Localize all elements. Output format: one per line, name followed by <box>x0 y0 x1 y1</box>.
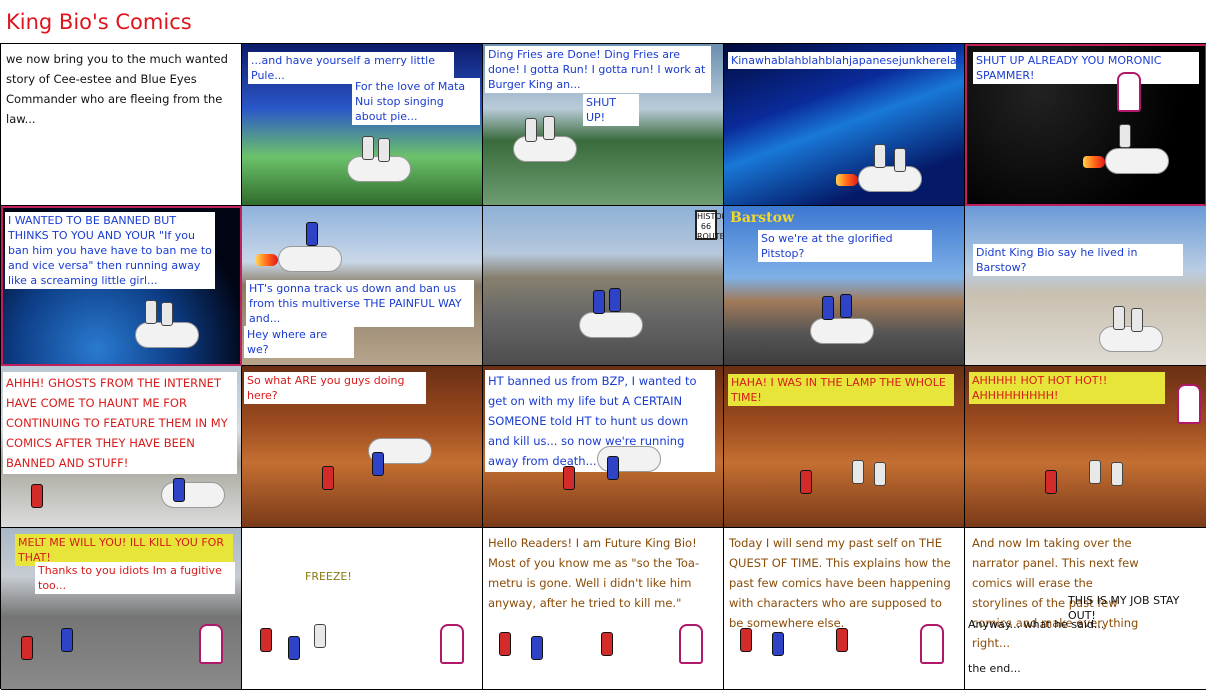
comic-panel-4: Kinawhablahblahblahjapanesejunkherelala.… <box>724 44 965 206</box>
cloud-icon <box>1105 148 1169 174</box>
cloud-icon <box>161 482 225 508</box>
narration-text: we now bring you to the much wanted stor… <box>6 52 228 126</box>
comic-panel-5: SHUT UP ALREADY YOU MORONIC SPAMMER! <box>965 44 1206 206</box>
speech-bubble: So what ARE you guys doing here? <box>244 372 426 404</box>
barstow-sign: Barstow <box>730 210 795 226</box>
robot-icon <box>1119 124 1131 148</box>
speech-bubble: the end... <box>968 662 1021 675</box>
comic-panel-9: Barstow So we're at the glorified Pitsto… <box>724 206 965 366</box>
skull-icon <box>920 624 944 664</box>
comic-panel-20: And now Im taking over the narrator pane… <box>965 528 1206 690</box>
robot-icon <box>822 296 834 320</box>
robot-icon <box>1045 470 1057 494</box>
page-title: King Bio's Comics <box>6 10 192 34</box>
robot-icon <box>173 478 185 502</box>
robot-icon <box>161 302 173 326</box>
comic-panel-19: Today I will send my past self on THE QU… <box>724 528 965 690</box>
robot-icon <box>543 116 555 140</box>
robot-icon <box>314 624 326 648</box>
speech-bubble: For the love of Mata Nui stop singing ab… <box>352 78 480 125</box>
skull-icon <box>679 624 703 664</box>
robot-icon <box>260 628 272 652</box>
robot-icon <box>772 632 784 656</box>
skull-icon <box>1117 72 1141 112</box>
robot-icon <box>288 636 300 660</box>
cloud-icon <box>810 318 874 344</box>
robot-icon <box>1111 462 1123 486</box>
speech-bubble: Hey where are we? <box>244 326 354 358</box>
route-66-sign: HISTORIC 66 ROUTE <box>695 210 724 241</box>
comic-panel-6: I WANTED TO BE BANNED BUT THINKS TO YOU … <box>1 206 242 366</box>
skull-icon <box>440 624 464 664</box>
comic-panel-1: we now bring you to the much wanted stor… <box>1 44 242 206</box>
robot-icon <box>740 628 752 652</box>
robot-icon <box>1089 460 1101 484</box>
skull-icon <box>199 624 223 664</box>
comic-panel-18: Hello Readers! I am Future King Bio! Mos… <box>483 528 724 690</box>
robot-icon <box>609 288 621 312</box>
cloud-icon <box>278 246 342 272</box>
speech-bubble: SHUT UP! <box>583 94 639 126</box>
speech-bubble: Hello Readers! I am Future King Bio! Mos… <box>488 536 700 610</box>
speech-bubble: AHHH! GHOSTS FROM THE INTERNET HAVE COME… <box>3 372 237 474</box>
skull-icon <box>1177 384 1201 424</box>
robot-icon <box>306 222 318 246</box>
comic-panel-8: HISTORIC 66 ROUTE <box>483 206 724 366</box>
comic-panel-2: ...and have yourself a merry little Pule… <box>242 44 483 206</box>
comic-panel-3: Ding Fries are Done! Ding Fries are done… <box>483 44 724 206</box>
comic-grid: we now bring you to the much wanted stor… <box>0 43 1206 690</box>
speech-bubble: FREEZE! <box>305 570 352 583</box>
comic-panel-11: AHHH! GHOSTS FROM THE INTERNET HAVE COME… <box>1 366 242 528</box>
robot-icon <box>593 290 605 314</box>
robot-icon <box>874 144 886 168</box>
robot-icon <box>563 466 575 490</box>
comic-panel-12: So what ARE you guys doing here? <box>242 366 483 528</box>
speech-bubble: Anyway... what he said... <box>968 618 1105 631</box>
robot-icon <box>601 632 613 656</box>
robot-icon <box>362 136 374 160</box>
robot-icon <box>840 294 852 318</box>
robot-icon <box>852 460 864 484</box>
flame-icon <box>1083 156 1105 168</box>
speech-bubble: Ding Fries are Done! Ding Fries are done… <box>485 46 711 93</box>
speech-bubble: So we're at the glorified Pitstop? <box>758 230 932 262</box>
speech-bubble: Didnt King Bio say he lived in Barstow? <box>973 244 1183 276</box>
cloud-icon <box>858 166 922 192</box>
comic-panel-15: AHHHH! HOT HOT HOT!! AHHHHHHHHH! <box>965 366 1206 528</box>
robot-icon <box>894 148 906 172</box>
robot-icon <box>322 466 334 490</box>
speech-bubble: AHHHH! HOT HOT HOT!! AHHHHHHHHH! <box>969 372 1165 404</box>
speech-bubble: Kinawhablahblahblahjapanesejunkherelala.… <box>728 52 964 69</box>
robot-icon <box>1131 308 1143 332</box>
speech-bubble: SHUT UP ALREADY YOU MORONIC SPAMMER! <box>973 52 1199 84</box>
robot-icon <box>1113 306 1125 330</box>
comic-panel-10: Didnt King Bio say he lived in Barstow? <box>965 206 1206 366</box>
comic-panel-7: HT's gonna track us down and ban us from… <box>242 206 483 366</box>
robot-icon <box>874 462 886 486</box>
comic-panel-14: HAHA! I WAS IN THE LAMP THE WHOLE TIME! <box>724 366 965 528</box>
speech-bubble: Today I will send my past self on THE QU… <box>729 536 951 630</box>
robot-icon <box>21 636 33 660</box>
flame-icon <box>836 174 858 186</box>
robot-icon <box>836 628 848 652</box>
robot-icon <box>607 456 619 480</box>
robot-icon <box>525 118 537 142</box>
speech-bubble: HT's gonna track us down and ban us from… <box>246 280 474 327</box>
robot-icon <box>378 138 390 162</box>
comic-panel-13: HT banned us from BZP, I wanted to get o… <box>483 366 724 528</box>
speech-bubble: Thanks to you idiots Im a fugitive too..… <box>35 562 235 594</box>
robot-icon <box>800 470 812 494</box>
cloud-icon <box>579 312 643 338</box>
comic-panel-16: MELT ME WILL YOU! ILL KILL YOU FOR THAT!… <box>1 528 242 690</box>
robot-icon <box>372 452 384 476</box>
robot-icon <box>145 300 157 324</box>
robot-icon <box>531 636 543 660</box>
robot-icon <box>499 632 511 656</box>
flame-icon <box>256 254 278 266</box>
speech-bubble: HAHA! I WAS IN THE LAMP THE WHOLE TIME! <box>728 374 954 406</box>
robot-icon <box>61 628 73 652</box>
robot-icon <box>31 484 43 508</box>
speech-bubble: I WANTED TO BE BANNED BUT THINKS TO YOU … <box>5 212 215 289</box>
comic-panel-17: FREEZE! <box>242 528 483 690</box>
